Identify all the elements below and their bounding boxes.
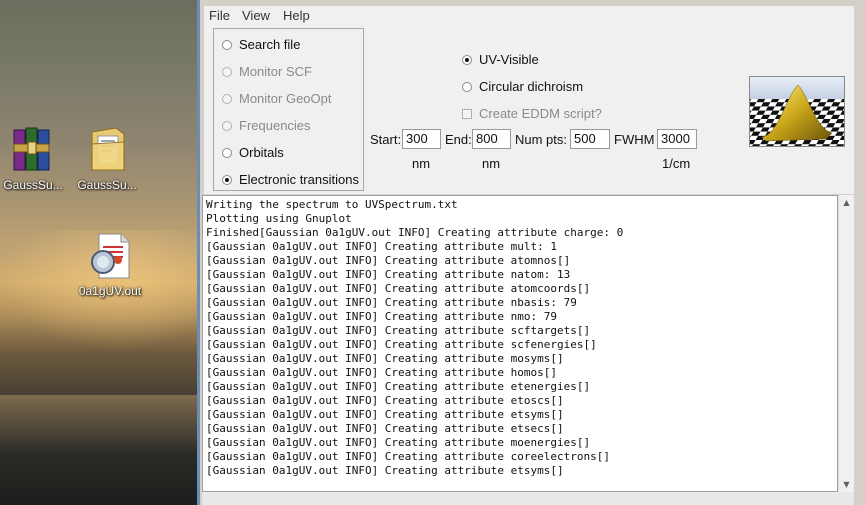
desktop-icon-output-file[interactable]: 0a1gUV.out <box>70 232 150 298</box>
start-label: Start: <box>370 132 402 147</box>
start-unit: nm <box>412 156 431 171</box>
radio-label: Frequencies <box>239 118 311 133</box>
radio-uv-visible[interactable]: UV-Visible <box>462 52 539 67</box>
output-line: [Gaussian 0a1gUV.out INFO] Creating attr… <box>206 380 591 393</box>
radio-button-icon[interactable] <box>222 39 232 50</box>
fwhm-input[interactable]: 3000 <box>657 129 697 149</box>
radio-monitor-geoopt: Monitor GeoOpt <box>222 91 332 106</box>
start-input[interactable]: 300 <box>402 129 441 149</box>
output-line: [Gaussian 0a1gUV.out INFO] Creating attr… <box>206 352 564 365</box>
output-line: Finished[Gaussian 0a1gUV.out INFO] Creat… <box>206 226 624 239</box>
radio-button-icon <box>222 120 232 131</box>
radio-label: Electronic transitions <box>239 172 359 187</box>
folder-icon <box>86 124 128 174</box>
file-icon <box>87 232 133 280</box>
menu-view[interactable]: View <box>242 8 270 23</box>
end-input[interactable]: 800 <box>472 129 511 149</box>
radio-search-file[interactable]: Search file <box>222 37 300 52</box>
scroll-down-icon[interactable]: ▼ <box>839 477 854 492</box>
checkbox-icon <box>462 108 472 119</box>
output-line: Plotting using Gnuplot <box>206 212 352 225</box>
desktop-icon-label: GaussSu... <box>3 178 63 192</box>
output-line: [Gaussian 0a1gUV.out INFO] Creating attr… <box>206 254 571 267</box>
end-unit: nm <box>482 156 501 171</box>
output-line: [Gaussian 0a1gUV.out INFO] Creating attr… <box>206 436 591 449</box>
checkbox-label: Create EDDM script? <box>479 106 602 121</box>
menu-file[interactable]: File <box>209 8 230 23</box>
spectrum-preview-image <box>749 76 845 147</box>
output-line: [Gaussian 0a1gUV.out INFO] Creating attr… <box>206 310 557 323</box>
output-line: [Gaussian 0a1gUV.out INFO] Creating attr… <box>206 394 564 407</box>
output-line: [Gaussian 0a1gUV.out INFO] Creating attr… <box>206 450 610 463</box>
output-line: [Gaussian 0a1gUV.out INFO] Creating attr… <box>206 422 564 435</box>
desktop-icon-label: 0a1gUV.out <box>78 284 142 298</box>
radio-electronic-transitions[interactable]: Electronic transitions <box>222 172 359 187</box>
radio-label: UV-Visible <box>479 52 539 67</box>
mode-radio-group: Search file Monitor SCF Monitor GeoOpt F… <box>213 28 364 191</box>
radio-button-icon <box>222 93 232 104</box>
window-right-edge <box>854 0 865 505</box>
menu-bar: File View Help <box>204 6 854 27</box>
radio-label: Monitor GeoOpt <box>239 91 332 106</box>
desktop-background: GaussSu... GaussSu... 0a1gUV.out <box>0 0 197 505</box>
end-label: End: <box>445 132 472 147</box>
output-log[interactable]: Writing the spectrum to UVSpectrum.txt Pl… <box>202 195 838 492</box>
radio-button-selected-icon[interactable] <box>222 174 232 185</box>
radio-button-icon[interactable] <box>222 147 232 158</box>
output-line: Writing the spectrum to UVSpectrum.txt <box>206 198 458 211</box>
radio-button-icon <box>222 66 232 77</box>
radio-label: Circular dichroism <box>479 79 584 94</box>
output-line: [Gaussian 0a1gUV.out INFO] Creating attr… <box>206 296 577 309</box>
output-line: [Gaussian 0a1gUV.out INFO] Creating attr… <box>206 366 557 379</box>
output-line: [Gaussian 0a1gUV.out INFO] Creating attr… <box>206 324 591 337</box>
radio-label: Monitor SCF <box>239 64 312 79</box>
horizontal-scroll-strip <box>202 492 854 505</box>
desktop-icon-label: GaussSu... <box>77 178 137 192</box>
water-reflection <box>0 395 197 455</box>
output-lines: Writing the spectrum to UVSpectrum.txt Pl… <box>203 196 837 478</box>
output-line: [Gaussian 0a1gUV.out INFO] Creating attr… <box>206 338 597 351</box>
numpts-input[interactable]: 500 <box>570 129 610 149</box>
output-line: [Gaussian 0a1gUV.out INFO] Creating attr… <box>206 464 564 477</box>
desktop-icon-gausssum-archive[interactable]: GaussSu... <box>0 124 68 192</box>
radio-frequencies: Frequencies <box>222 118 311 133</box>
output-line: [Gaussian 0a1gUV.out INFO] Creating attr… <box>206 240 557 253</box>
fwhm-unit: 1/cm <box>662 156 691 171</box>
output-line: [Gaussian 0a1gUV.out INFO] Creating attr… <box>206 268 571 281</box>
radio-label: Orbitals <box>239 145 284 160</box>
radio-monitor-scf: Monitor SCF <box>222 64 312 79</box>
scroll-up-icon[interactable]: ▲ <box>839 195 854 210</box>
output-scrollbar[interactable]: ▲ ▼ <box>838 195 854 492</box>
output-line: [Gaussian 0a1gUV.out INFO] Creating attr… <box>206 408 564 421</box>
output-line: [Gaussian 0a1gUV.out INFO] Creating attr… <box>206 282 591 295</box>
radio-button-icon[interactable] <box>462 81 472 92</box>
radio-label: Search file <box>239 37 301 52</box>
numpts-label: Num pts: <box>515 132 568 147</box>
checkbox-create-eddm: Create EDDM script? <box>462 106 602 121</box>
menu-help[interactable]: Help <box>283 8 310 23</box>
desktop-icon-gausssum-folder[interactable]: GaussSu... <box>72 124 142 192</box>
radio-orbitals[interactable]: Orbitals <box>222 145 284 160</box>
radio-button-selected-icon[interactable] <box>462 54 472 65</box>
winrar-archive-icon <box>10 124 56 174</box>
radio-circular-dichroism[interactable]: Circular dichroism <box>462 79 583 94</box>
fwhm-label: FWHM <box>614 132 655 147</box>
